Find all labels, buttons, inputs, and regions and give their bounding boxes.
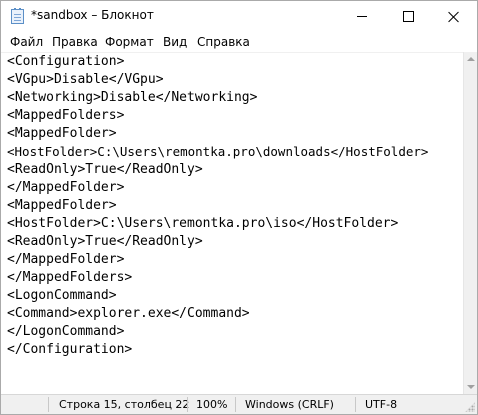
close-icon <box>448 11 460 23</box>
status-divider <box>355 397 356 412</box>
status-divider <box>48 397 49 412</box>
text-line: <ReadOnly>True</ReadOnly> <box>7 234 203 249</box>
title-bar[interactable]: *sandbox – Блокнот <box>1 1 477 32</box>
status-zoom: 100% <box>196 398 228 411</box>
text-line: <Networking>Disable</Networking> <box>7 90 258 105</box>
vertical-scrollbar[interactable] <box>463 52 477 394</box>
status-divider <box>187 397 188 412</box>
text-line: </MappedFolder> <box>7 252 125 267</box>
text-line: <MappedFolder> <box>7 126 117 141</box>
text-line: </MappedFolders> <box>7 270 133 285</box>
text-line: <MappedFolder> <box>7 198 117 213</box>
text-line: <HostFolder>C:\Users\remontka.pro\iso</H… <box>7 216 399 231</box>
minimize-icon <box>357 16 367 17</box>
window-title: *sandbox – Блокнот <box>31 8 154 22</box>
maximize-button[interactable] <box>385 1 431 32</box>
status-encoding: UTF-8 <box>365 398 398 411</box>
text-line: <ReadOnly>True</ReadOnly> <box>7 162 203 177</box>
scroll-up-icon[interactable] <box>467 57 475 61</box>
menu-edit[interactable]: Правка <box>52 35 98 49</box>
text-editor[interactable]: <Configuration> <VGpu>Disable</VGpu> <Ne… <box>1 52 463 395</box>
menu-view[interactable]: Вид <box>163 35 187 49</box>
notepad-icon <box>11 8 24 24</box>
status-line-endings: Windows (CRLF) <box>245 398 334 411</box>
minimize-button[interactable] <box>339 1 385 32</box>
text-line: </MappedFolder> <box>7 180 125 195</box>
text-line: <LogonCommand> <box>7 288 117 303</box>
notepad-window: *sandbox – Блокнот Файл Правка Формат Ви… <box>0 0 478 415</box>
menu-help[interactable]: Справка <box>197 35 250 49</box>
text-line: </LogonCommand> <box>7 324 125 339</box>
text-line: </Configuration> <box>7 342 133 357</box>
menu-bar: Файл Правка Формат Вид Справка <box>1 32 477 52</box>
text-line: <Command>explorer.exe</Command> <box>7 306 250 321</box>
resize-grip-icon[interactable] <box>465 402 475 412</box>
maximize-icon <box>402 11 414 22</box>
text-line: <MappedFolders> <box>7 108 125 123</box>
menu-file[interactable]: Файл <box>10 35 43 49</box>
text-line: <VGpu>Disable</VGpu> <box>7 72 164 87</box>
scroll-down-icon[interactable] <box>467 385 475 389</box>
status-cursor-position: Строка 15, столбец 22 <box>59 398 190 411</box>
status-divider <box>235 397 236 412</box>
text-line: <HostFolder>C:\Users\remontka.pro\downlo… <box>7 144 429 159</box>
menu-format[interactable]: Формат <box>105 35 154 49</box>
close-button[interactable] <box>431 1 477 32</box>
text-line: <Configuration> <box>7 54 125 69</box>
status-bar: Строка 15, столбец 22 100% Windows (CRLF… <box>1 394 477 414</box>
